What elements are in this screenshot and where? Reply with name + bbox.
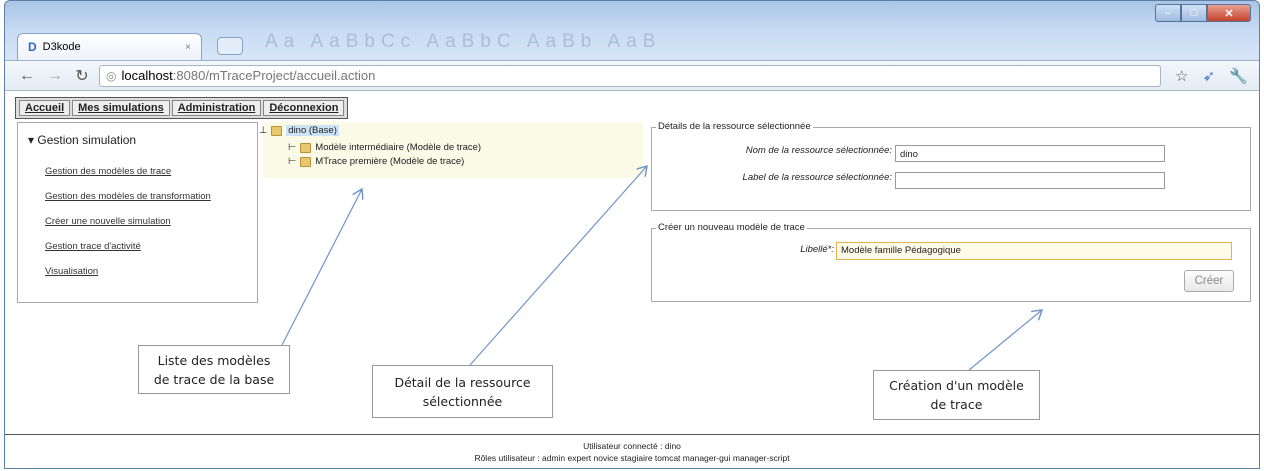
sidebar-item-visualisation[interactable]: Visualisation <box>18 266 257 277</box>
sidebar-header-label: Gestion simulation <box>37 133 137 147</box>
collapse-icon[interactable]: ⊥ <box>259 125 267 136</box>
callout-line: Détail de la ressource <box>394 374 531 390</box>
tree-node[interactable]: ⊢ Modèle intermédiaire (Modèle de trace) <box>288 142 481 153</box>
tree-node[interactable]: ⊢ MTrace première (Modèle de trace) <box>288 156 464 167</box>
folder-icon <box>300 142 312 153</box>
tab-close-icon[interactable]: × <box>185 42 191 53</box>
menu-mes-simulations[interactable]: Mes simulations <box>72 100 170 116</box>
star-icon[interactable]: ☆ <box>1175 67 1188 85</box>
sidebar-header[interactable]: ▾ Gestion simulation <box>18 123 257 155</box>
tree-branch-icon: ⊢ <box>288 156 297 167</box>
new-tab-button[interactable] <box>217 37 243 55</box>
sidebar-item-new-simulation[interactable]: Créer une nouvelle simulation <box>18 216 257 227</box>
arrow-to-create <box>968 310 1042 371</box>
sidebar-item-transformation-models[interactable]: Gestion des modèles de transformation <box>18 191 257 202</box>
tree-branch-icon: ⊢ <box>288 142 297 153</box>
label-label: Label de la ressource sélectionnée: <box>742 172 892 183</box>
menu-accueil[interactable]: Accueil <box>19 100 71 116</box>
footer-user: Utilisateur connecté : dino <box>583 441 681 451</box>
name-input[interactable]: dino <box>895 145 1165 162</box>
wrench-icon[interactable]: 🔧 <box>1229 67 1248 85</box>
libelle-label: Libellé*: <box>800 244 834 255</box>
maximize-button[interactable]: □ <box>1181 4 1207 22</box>
callout-line: de trace <box>930 397 983 412</box>
tree-root-node[interactable]: ⊥ dino (Base) <box>259 125 339 136</box>
browser-tab[interactable]: D D3kode × <box>17 33 202 60</box>
main-menu: Accueil Mes simulations Administration D… <box>15 97 349 119</box>
d3kode-favicon-icon: D <box>28 40 37 54</box>
callout-line: Liste des modèles <box>157 352 271 368</box>
menu-administration[interactable]: Administration <box>171 100 262 116</box>
callout-create: Création d'un modèle de trace <box>873 370 1040 420</box>
minimize-button[interactable]: – <box>1155 4 1181 22</box>
url-path: :8080/mTraceProject/accueil.action <box>172 68 376 83</box>
tree-root-label: dino (Base) <box>286 125 339 136</box>
browser-window: Aa AaBbCc AaBbC AaBb AaB D D3kode × – □ … <box>4 0 1260 469</box>
label-input[interactable] <box>895 172 1165 189</box>
folder-icon <box>271 125 283 136</box>
arrow-to-tree <box>281 189 362 346</box>
background-app-ribbon: Aa AaBbCc AaBbC AaBb AaB <box>265 31 662 52</box>
back-arrow-icon[interactable]: ← <box>19 67 35 85</box>
window-controls: – □ ✕ <box>1155 4 1251 22</box>
sidebar: ▾ Gestion simulation Gestion des modèles… <box>17 122 258 303</box>
tree-node-label: Modèle intermédiaire (Modèle de trace) <box>315 142 482 153</box>
callout-line: Création d'un modèle <box>889 378 1024 393</box>
create-fieldset: Créer un nouveau modèle de trace Libellé… <box>651 222 1251 302</box>
extension-icon[interactable]: ➶ <box>1202 67 1215 85</box>
callout-line: sélectionnée <box>422 393 503 409</box>
menu-deconnexion[interactable]: Déconnexion <box>263 100 345 116</box>
forward-arrow-icon[interactable]: → <box>47 67 63 85</box>
globe-icon: ◎ <box>106 68 117 83</box>
tab-title: D3kode <box>42 41 81 53</box>
url-host: localhost <box>121 68 173 83</box>
close-window-button[interactable]: ✕ <box>1207 4 1251 22</box>
footer: Utilisateur connecté : dino Rôles utilis… <box>5 434 1259 468</box>
browser-toolbar: ← → ↻ ◎ localhost :8080/mTraceProject/ac… <box>5 60 1259 90</box>
triangle-down-icon: ▾ <box>28 133 35 147</box>
libelle-input[interactable]: Modèle famille Pédagogique <box>836 242 1232 260</box>
creer-button[interactable]: Créer <box>1184 270 1234 292</box>
tree-node-label: MTrace première (Modèle de trace) <box>315 156 465 167</box>
callout-details: Détail de la ressource sélectionnée <box>372 365 553 418</box>
sidebar-item-trace-models[interactable]: Gestion des modèles de trace <box>18 166 257 177</box>
address-bar[interactable]: ◎ localhost :8080/mTraceProject/accueil.… <box>99 64 1161 87</box>
folder-icon <box>300 156 312 167</box>
resource-tree: ⊥ dino (Base) ⊢ Modèle intermédiaire (Mo… <box>259 122 643 178</box>
callout-line: de trace de la base <box>153 371 275 387</box>
callout-tree: Liste des modèles de trace de la base <box>138 345 290 394</box>
sidebar-item-activity-trace[interactable]: Gestion trace d'activité <box>18 241 257 252</box>
create-legend: Créer un nouveau modèle de trace <box>656 222 807 233</box>
details-fieldset: Détails de la ressource sélectionnée Nom… <box>651 121 1251 211</box>
details-legend: Détails de la ressource sélectionnée <box>656 121 813 132</box>
footer-roles: Rôles utilisateur : admin expert novice … <box>474 453 790 463</box>
page-content: Accueil Mes simulations Administration D… <box>5 90 1259 468</box>
name-label: Nom de la ressource sélectionnée: <box>745 145 892 156</box>
arrow-to-details <box>469 166 647 366</box>
reload-icon[interactable]: ↻ <box>75 66 89 86</box>
